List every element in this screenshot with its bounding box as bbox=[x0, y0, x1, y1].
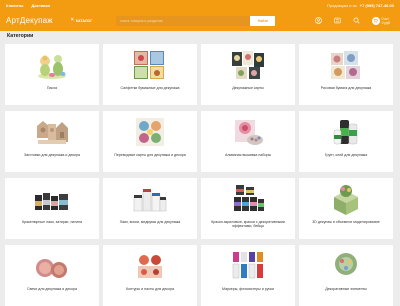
decorative-items-icon bbox=[328, 250, 364, 282]
category-card-diamond-embroidery[interactable]: Алмазная вышивка наборы bbox=[201, 111, 295, 172]
user-icon[interactable] bbox=[315, 17, 323, 25]
cart-button[interactable]: 0 шт 0 руб bbox=[371, 16, 390, 25]
rice-paper-icon bbox=[328, 49, 364, 81]
top-bar: Клиенты Доставка Продавцам и за +7 (999)… bbox=[0, 0, 400, 10]
search-icon[interactable] bbox=[353, 17, 361, 25]
category-card-3d[interactable]: 3D декупаж и объемное моделирование bbox=[299, 178, 393, 239]
category-title: Переводные карты для декупажа и декора bbox=[114, 153, 186, 157]
candles-icon bbox=[34, 250, 70, 282]
header-icons: 0 шт 0 руб bbox=[315, 16, 390, 25]
easter-figurines-icon bbox=[34, 49, 70, 81]
category-title: Декупажные карты bbox=[232, 86, 264, 90]
category-card-craquelure[interactable]: Кракелюрные лаки, затирки, патина bbox=[5, 178, 99, 239]
cart-icon bbox=[371, 16, 380, 25]
category-title: Маркеры, фломастеры и ручки bbox=[222, 287, 274, 291]
markers-icon bbox=[230, 250, 266, 282]
top-nav-delivery-link[interactable]: Доставка bbox=[31, 3, 49, 8]
category-card-decoupage-cards[interactable]: Декупажные карты bbox=[201, 44, 295, 105]
logo[interactable]: АртДекупаж bbox=[6, 16, 53, 25]
decoupage-cards-icon bbox=[230, 49, 266, 81]
category-card-candles[interactable]: Свечи для декупажа и декора bbox=[5, 245, 99, 306]
diamond-embroidery-icon bbox=[230, 116, 266, 148]
close-icon: × bbox=[70, 17, 74, 23]
category-card-acrylic[interactable]: Краски акриловые, краски с декоративными… bbox=[201, 178, 295, 239]
category-title: Лаки, воски, медиумы для декупажа bbox=[119, 220, 181, 224]
3d-modeling-icon bbox=[328, 183, 364, 215]
category-title: Кракелюрные лаки, затирки, патина bbox=[22, 220, 82, 224]
search-bar: Найти bbox=[116, 15, 276, 26]
contour-tubes-icon bbox=[132, 250, 168, 282]
category-title: Краски акриловые, краски с декоративными… bbox=[211, 220, 285, 229]
acrylic-paints-icon bbox=[230, 183, 266, 215]
category-title: Заготовки для декупажа и декора bbox=[23, 153, 81, 157]
category-card-markers[interactable]: Маркеры, фломастеры и ручки bbox=[201, 245, 295, 306]
category-card-contours[interactable]: Контуры и пасты для декора bbox=[103, 245, 197, 306]
category-title: Рисовая бумага для декупажа bbox=[320, 86, 372, 90]
glue-bottles-icon bbox=[328, 116, 364, 148]
transfer-cards-icon bbox=[132, 116, 168, 148]
category-grid: Пасха Салфетки бумажные для декупажа Дек bbox=[5, 44, 395, 306]
cart-count: 0 шт bbox=[381, 16, 389, 21]
category-title: Салфетки бумажные для декупажа bbox=[120, 86, 180, 90]
napkins-icon bbox=[132, 49, 168, 81]
phone-note: Продавцам и за bbox=[326, 2, 357, 8]
category-card-varnish[interactable]: Лаки, воски, медиумы для декупажа bbox=[103, 178, 197, 239]
category-title: Свечи для декупажа и декора bbox=[27, 287, 77, 291]
compare-icon[interactable] bbox=[334, 17, 342, 25]
category-title: Декоративные элементы bbox=[325, 287, 367, 291]
header: АртДекупаж × КАТАЛОГ Найти 0 шт 0 руб bbox=[0, 10, 400, 31]
catalog-button-label: КАТАЛОГ bbox=[75, 18, 93, 23]
top-nav-clients-link[interactable]: Клиенты bbox=[6, 3, 23, 8]
category-title: 3D декупаж и объемное моделирование bbox=[312, 220, 380, 224]
category-card-glue[interactable]: Грунт, клей для декупажа bbox=[299, 111, 393, 172]
category-card-rice-paper[interactable]: Рисовая бумага для декупажа bbox=[299, 44, 393, 105]
craquelure-jars-icon bbox=[34, 183, 70, 215]
category-card-blanks[interactable]: Заготовки для декупажа и декора bbox=[5, 111, 99, 172]
search-button[interactable]: Найти bbox=[250, 15, 276, 26]
category-card-easter[interactable]: Пасха bbox=[5, 44, 99, 105]
phone-block: Продавцам и за +7 (999) 747-40-00 bbox=[327, 3, 394, 8]
page-title: Категории bbox=[7, 33, 34, 39]
catalog-button[interactable]: × КАТАЛОГ bbox=[71, 18, 93, 23]
category-card-decorative[interactable]: Декоративные элементы bbox=[299, 245, 393, 306]
category-title: Контуры и пасты для декора bbox=[126, 287, 174, 291]
category-title: Грунт, клей для декупажа bbox=[324, 153, 368, 157]
category-title: Алмазная вышивка наборы bbox=[224, 153, 272, 157]
category-title: Пасха bbox=[46, 86, 58, 90]
cart-sum: 0 руб bbox=[381, 20, 390, 25]
varnish-jars-icon bbox=[132, 183, 168, 215]
wooden-blanks-icon bbox=[34, 116, 70, 148]
search-input[interactable] bbox=[116, 15, 251, 26]
category-card-transfer-cards[interactable]: Переводные карты для декупажа и декора bbox=[103, 111, 197, 172]
top-nav: Клиенты Доставка bbox=[6, 3, 50, 8]
cart-summary: 0 шт 0 руб bbox=[382, 17, 390, 25]
phone-number[interactable]: +7 (999) 747-40-00 bbox=[360, 3, 394, 8]
category-card-napkins[interactable]: Салфетки бумажные для декупажа bbox=[103, 44, 197, 105]
